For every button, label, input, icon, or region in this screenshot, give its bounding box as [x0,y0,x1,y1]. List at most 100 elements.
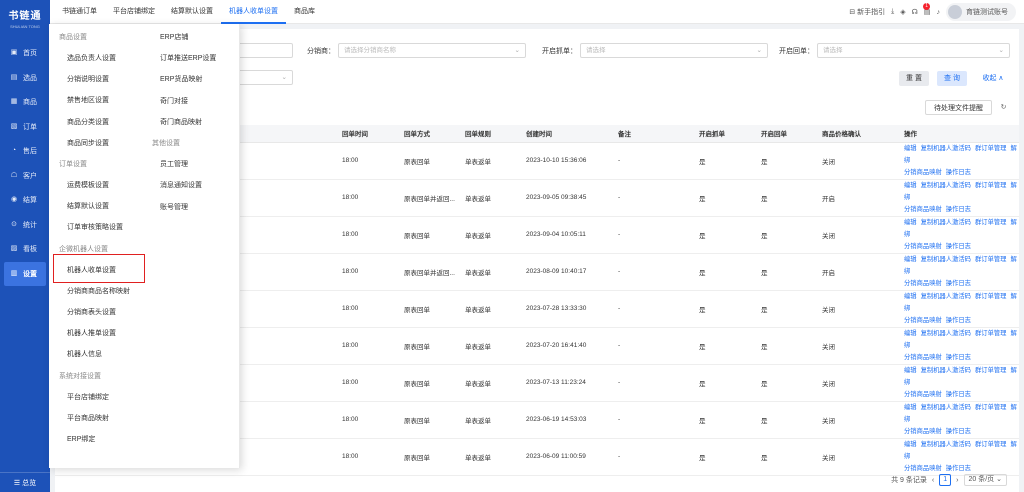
menu-item[interactable]: 员工管理 [160,159,188,169]
menu-item[interactable]: 分销说明设置 [67,74,109,84]
op-link[interactable]: 群订单管理 [975,219,1006,226]
op-link[interactable]: 群订单管理 [975,330,1006,337]
op-link[interactable]: 群订单管理 [975,293,1006,300]
menu-item[interactable]: 结算默认设置 [67,201,109,211]
op-link[interactable]: 操作日志 [946,354,971,361]
sidebar-item-8[interactable]: ▨ 看板 [0,237,50,262]
op-link[interactable]: 操作日志 [946,280,971,287]
op-link[interactable]: 复制机器人激活码 [921,145,971,152]
sidebar-item-9[interactable]: ▥ 设置 [4,261,46,286]
op-link[interactable]: 操作日志 [946,243,971,250]
op-link[interactable]: 编辑 [904,330,917,337]
menu-item[interactable]: 机器人信息 [67,349,102,359]
tab-4[interactable]: 商品库 [286,0,323,24]
op-link[interactable]: 操作日志 [946,428,971,435]
op-link[interactable]: 编辑 [904,367,917,374]
op-link[interactable]: 复制机器人激活码 [921,404,971,411]
op-link[interactable]: 操作日志 [946,317,971,324]
tab-2[interactable]: 结算默认设置 [163,0,221,24]
page-number[interactable]: 1 [939,474,952,486]
op-link[interactable]: 操作日志 [946,391,971,398]
tab-1[interactable]: 平台店铺绑定 [105,0,163,24]
op-link[interactable]: 编辑 [904,219,917,226]
op-link[interactable]: 编辑 [904,293,917,300]
tab-0[interactable]: 书链通订单 [54,0,105,24]
prev-page-icon[interactable]: ‹ [932,477,934,484]
op-link[interactable]: 编辑 [904,182,917,189]
op-link[interactable]: 编辑 [904,145,917,152]
refresh-icon[interactable]: ↻ [996,100,1011,115]
next-page-icon[interactable]: › [956,477,958,484]
op-link[interactable]: 分销商品映射 [904,391,942,398]
op-link[interactable]: 复制机器人激活码 [921,367,971,374]
skin-icon[interactable]: ◈ [900,8,905,16]
sidebar-item-4[interactable]: ◔ 售后 [0,139,50,164]
sidebar-item-0[interactable]: ▣ 首页 [0,41,50,66]
op-link[interactable]: 分销商品映射 [904,465,942,472]
collapse-toggle[interactable]: 收起 ∧ [975,71,1011,86]
op-link[interactable]: 群订单管理 [975,256,1006,263]
op-link[interactable]: 编辑 [904,441,917,448]
tab-3[interactable]: 机器人收单设置 [221,0,286,24]
op-link[interactable]: 复制机器人激活码 [921,219,971,226]
op-link[interactable]: 编辑 [904,256,917,263]
menu-item[interactable]: 分销商表头设置 [67,307,116,317]
sidebar-item-1[interactable]: ▤ 选品 [0,66,50,91]
menu-item[interactable]: 平台商品映射 [67,413,109,423]
overview-button[interactable]: ☰ 总览 [0,472,50,492]
op-link[interactable]: 群订单管理 [975,367,1006,374]
distributor-select[interactable]: 请选择分销商名称 ⌄ [338,43,526,58]
menu-item[interactable]: 平台店铺绑定 [67,392,109,402]
menu-item[interactable]: 商品同步设置 [67,138,109,148]
menu-item[interactable]: ERP绑定 [67,434,95,444]
menu-item[interactable]: 商品分类设置 [67,117,109,127]
headset-icon[interactable]: ☊ [912,8,918,16]
page-size-select[interactable]: 20 条/页 ⌄ [963,474,1007,486]
user-menu[interactable]: 育链测试账号 [946,3,1016,21]
op-link[interactable]: 复制机器人激活码 [921,256,971,263]
download-icon[interactable]: ⤓ [891,8,894,16]
sidebar-item-5[interactable]: ☖ 客户 [0,164,50,189]
op-link[interactable]: 分销商品映射 [904,206,942,213]
op-link[interactable]: 操作日志 [946,465,971,472]
menu-item[interactable]: ERP货品映射 [160,74,202,84]
op-link[interactable]: 分销商品映射 [904,354,942,361]
op-link[interactable]: 群订单管理 [975,145,1006,152]
menu-item[interactable]: 机器人推单设置 [67,328,116,338]
menu-item[interactable]: 选品负责人设置 [67,53,116,63]
menu-item[interactable]: 奇门商品映射 [160,117,202,127]
logo[interactable]: 书链通 SHULIAN TONG [0,0,50,36]
return-select[interactable]: 请选择 ⌄ [817,43,1010,58]
sidebar-item-6[interactable]: ◉ 结算 [0,188,50,213]
reset-button[interactable]: 重 置 [899,71,929,86]
menu-item[interactable]: 运费模板设置 [67,180,109,190]
op-link[interactable]: 操作日志 [946,169,971,176]
pending-files-button[interactable]: 待处理文件提醒 [925,100,992,115]
search-button[interactable]: 查 询 [937,71,967,86]
menu-item[interactable]: 订单推送ERP设置 [160,53,216,63]
op-link[interactable]: 分销商品映射 [904,169,942,176]
op-link[interactable]: 复制机器人激活码 [921,441,971,448]
op-link[interactable]: 群订单管理 [975,182,1006,189]
op-link[interactable]: 群订单管理 [975,441,1006,448]
op-link[interactable]: 复制机器人激活码 [921,330,971,337]
op-link[interactable]: 分销商品映射 [904,428,942,435]
menu-item[interactable]: 消息通知设置 [160,180,202,190]
op-link[interactable]: 分销商品映射 [904,280,942,287]
menu-item[interactable]: ERP店铺 [160,32,188,42]
menu-item[interactable]: 订单审核策略设置 [67,222,123,232]
second-row-select[interactable]: ⌄ [233,70,293,85]
op-link[interactable]: 分销商品映射 [904,317,942,324]
op-link[interactable]: 编辑 [904,404,917,411]
guide-link[interactable]: ⊟ 新手指引 [849,7,885,17]
menu-item[interactable]: 奇门对接 [160,96,188,106]
op-link[interactable]: 操作日志 [946,206,971,213]
op-link[interactable]: 分销商品映射 [904,243,942,250]
sidebar-item-3[interactable]: ▧ 订单 [0,115,50,140]
menu-item[interactable]: 禁售地区设置 [67,95,109,105]
menu-item[interactable]: 分销商商品名称映射 [67,286,130,296]
sidebar-item-7[interactable]: ⊙ 统计 [0,213,50,238]
sidebar-item-2[interactable]: ▦ 商品 [0,90,50,115]
menu-item[interactable]: 账号管理 [160,202,188,212]
op-link[interactable]: 复制机器人激活码 [921,182,971,189]
